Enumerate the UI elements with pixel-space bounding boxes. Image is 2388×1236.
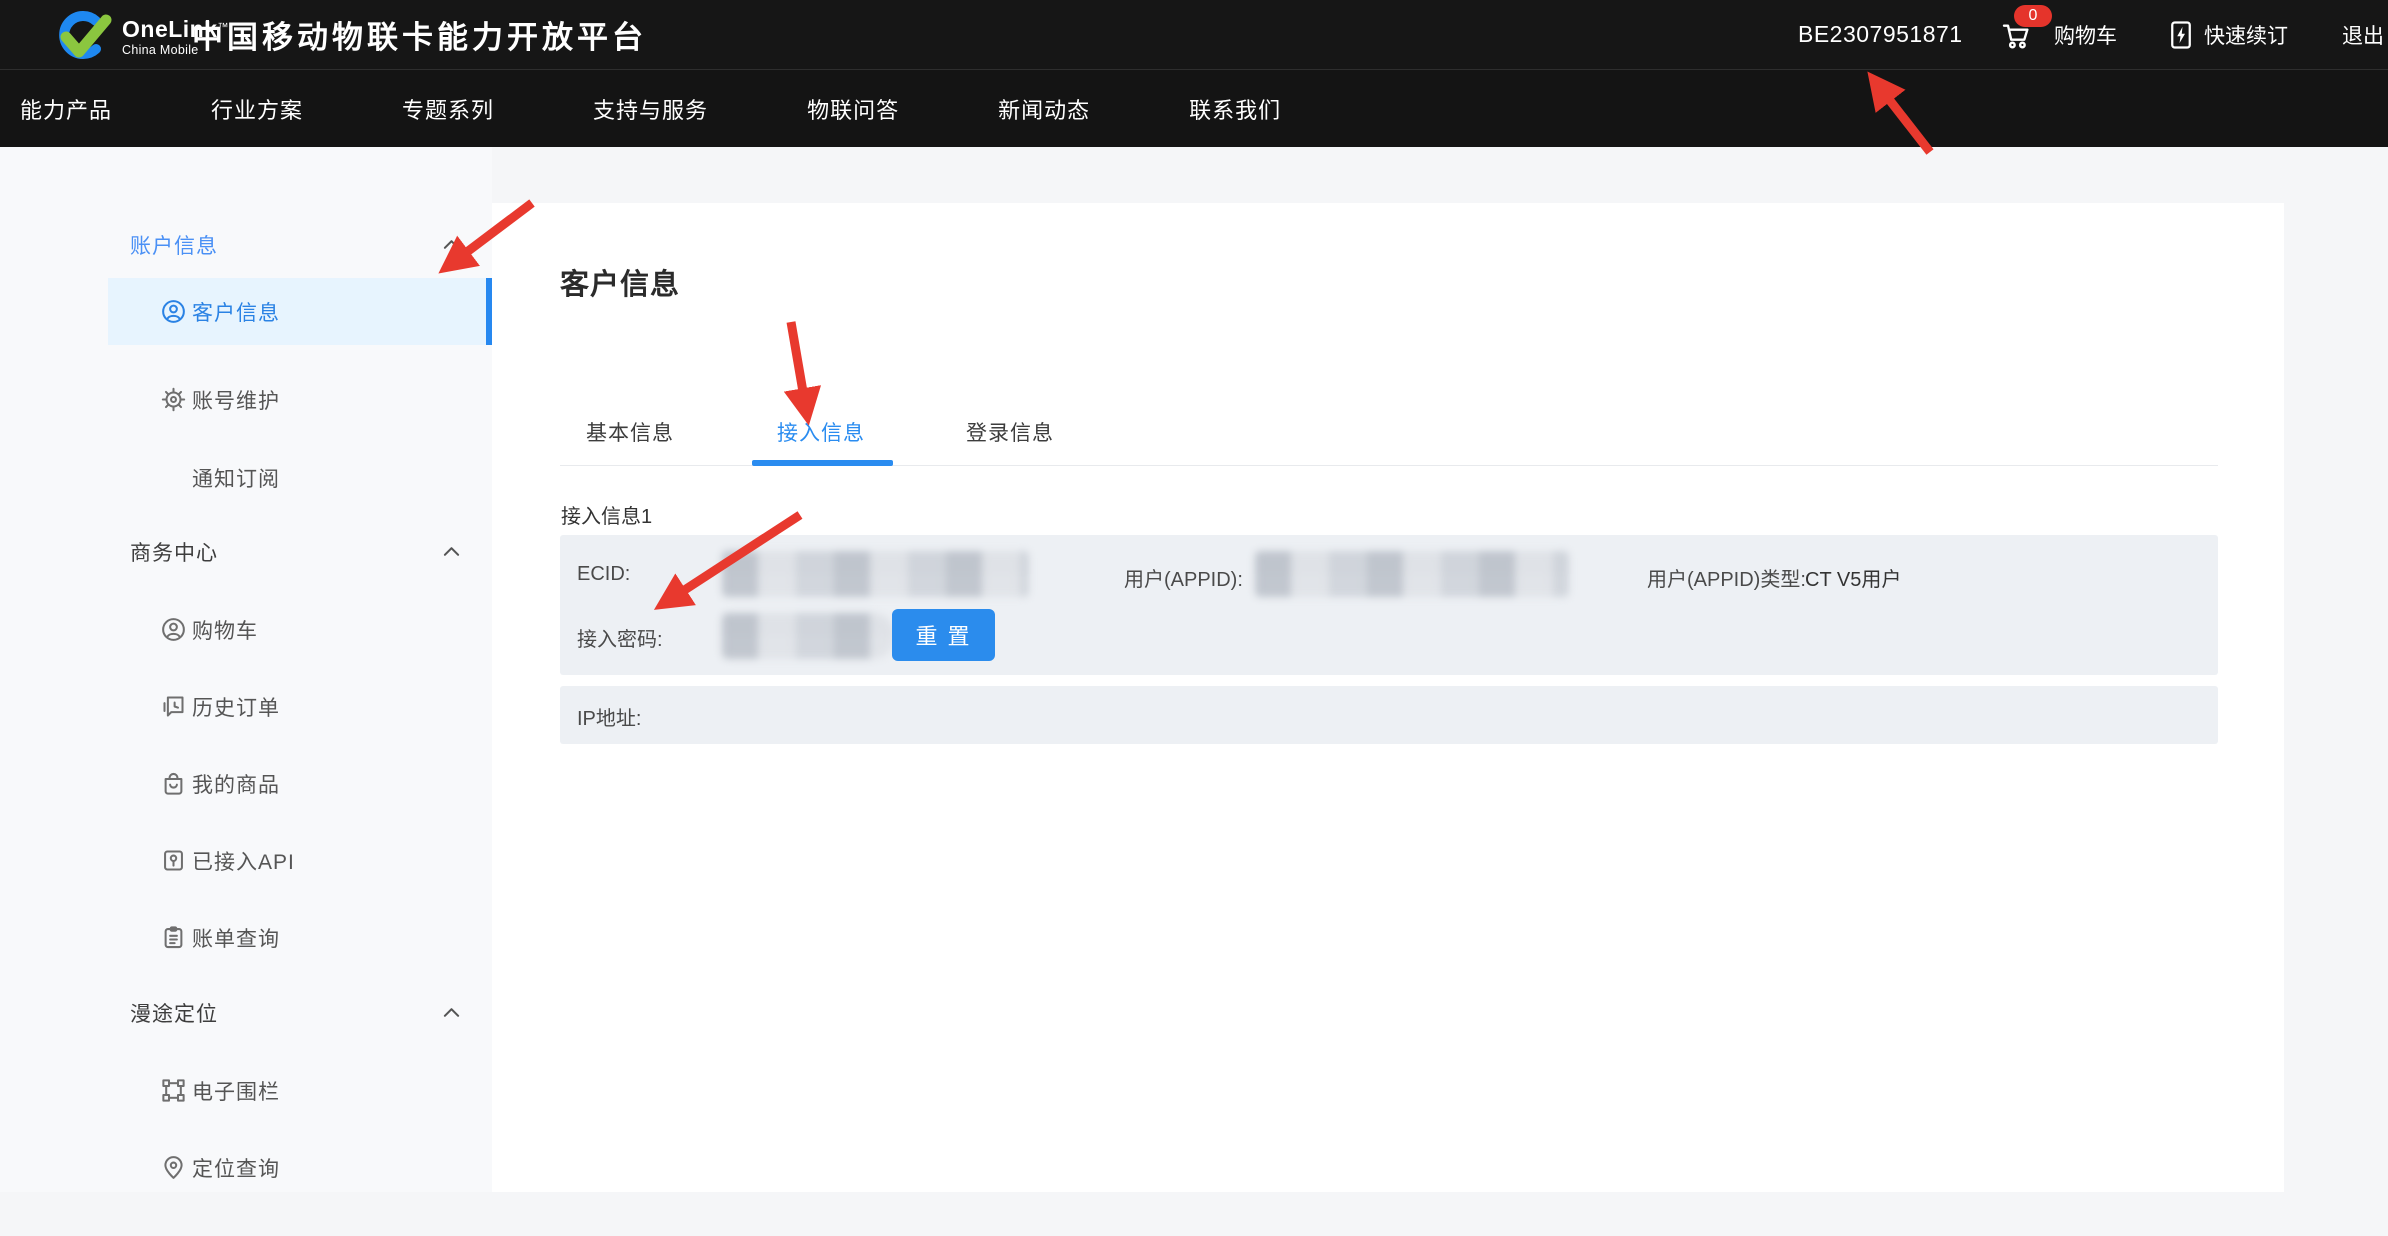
page: OneLink™ China Mobile 中国移动物联卡能力开放平台 BE23… — [0, 0, 2388, 1236]
appid-value-redacted — [1255, 551, 1569, 597]
active-tab-underline — [752, 460, 893, 466]
sidebar-group-account-info[interactable]: 账户信息 — [108, 211, 490, 278]
chevron-up-icon — [443, 1006, 460, 1019]
cart-badge: 0 — [2014, 5, 2052, 27]
nav-item-news[interactable]: 新闻动态 — [998, 93, 1090, 125]
tab-access-info[interactable]: 接入信息 — [777, 417, 865, 447]
ecid-label: ECID: — [577, 563, 630, 586]
nav-item-products[interactable]: 能力产品 — [20, 93, 112, 125]
sidebar-item-geo-fence[interactable]: 电子围栏 — [108, 1057, 490, 1124]
account-id[interactable]: BE2307951871 — [1798, 0, 1963, 69]
logout-link[interactable]: 退出 — [2342, 0, 2384, 69]
quick-renew-link[interactable]: 快速续订 — [2204, 0, 2288, 69]
reset-password-button[interactable]: 重 置 — [892, 609, 995, 661]
nav-item-series[interactable]: 专题系列 — [402, 93, 494, 125]
sidebar-item-account-maintenance[interactable]: 账号维护 — [108, 366, 490, 433]
appid-label: 用户(APPID): — [1124, 563, 1243, 592]
access-password-value-redacted — [722, 613, 895, 659]
cart-link[interactable]: 购物车 — [2054, 0, 2117, 69]
ecid-value-redacted — [722, 551, 1029, 597]
sidebar-item-history-orders[interactable]: 历史订单 — [108, 673, 490, 740]
sidebar-item-location-query[interactable]: 定位查询 — [108, 1134, 490, 1201]
user-circle-icon — [160, 298, 187, 325]
chevron-up-icon — [443, 238, 460, 251]
nav-item-solutions[interactable]: 行业方案 — [211, 93, 303, 125]
site-title: 中国移动物联卡能力开放平台 — [192, 0, 647, 69]
access-info-panel: ECID: 用户(APPID): 用户(APPID)类型: CT V5用户 接入… — [560, 535, 2218, 675]
ip-address-panel: IP地址: — [560, 686, 2218, 744]
sidebar-group-business-center[interactable]: 商务中心 — [108, 518, 490, 585]
shopping-bag-icon — [160, 770, 187, 797]
tab-login-info[interactable]: 登录信息 — [966, 417, 1054, 447]
history-icon — [160, 693, 187, 720]
chevron-up-icon — [443, 545, 460, 558]
tab-basic-info[interactable]: 基本信息 — [586, 417, 674, 447]
sidebar-group-mantu-location[interactable]: 漫途定位 — [108, 979, 490, 1046]
nav-item-contact[interactable]: 联系我们 — [1189, 93, 1281, 125]
onelink-logo-icon — [46, 8, 112, 67]
api-key-icon — [160, 847, 187, 874]
top-bar: OneLink™ China Mobile 中国移动物联卡能力开放平台 BE23… — [0, 0, 2388, 69]
ip-address-label: IP地址: — [577, 702, 641, 731]
sidebar-item-bill-query[interactable]: 账单查询 — [108, 904, 490, 971]
bill-icon — [160, 924, 187, 951]
sidebar-item-notify-subscribe[interactable]: 通知订阅 — [108, 444, 490, 511]
sidebar-item-connected-api[interactable]: 已接入API — [108, 827, 490, 894]
fence-icon — [160, 1077, 187, 1104]
appid-type-label: 用户(APPID)类型: — [1647, 563, 1806, 592]
access-info-section-label: 接入信息1 — [561, 500, 652, 529]
nav-item-qa[interactable]: 物联问答 — [807, 93, 899, 125]
content-card: 客户信息 基本信息 接入信息 登录信息 接入信息1 ECID: 用户(APPID… — [492, 203, 2284, 1192]
user-circle-icon — [160, 616, 187, 643]
nav-item-support[interactable]: 支持与服务 — [593, 93, 708, 125]
gear-icon — [160, 386, 187, 413]
appid-type-value: CT V5用户 — [1805, 563, 1901, 592]
location-pin-icon — [160, 1154, 187, 1181]
sidebar-item-my-products[interactable]: 我的商品 — [108, 750, 490, 817]
quick-renew-icon[interactable] — [2166, 0, 2196, 69]
sidebar: 账户信息 客户信息 账号维护 通知订 — [0, 147, 492, 1192]
main-nav: 能力产品 行业方案 专题系列 支持与服务 物联问答 新闻动态 联系我们 — [0, 69, 2388, 147]
page-title: 客户信息 — [560, 261, 680, 303]
sidebar-item-customer-info[interactable]: 客户信息 — [108, 278, 490, 345]
access-password-label: 接入密码: — [577, 623, 663, 652]
sidebar-item-cart[interactable]: 购物车 — [108, 596, 490, 663]
